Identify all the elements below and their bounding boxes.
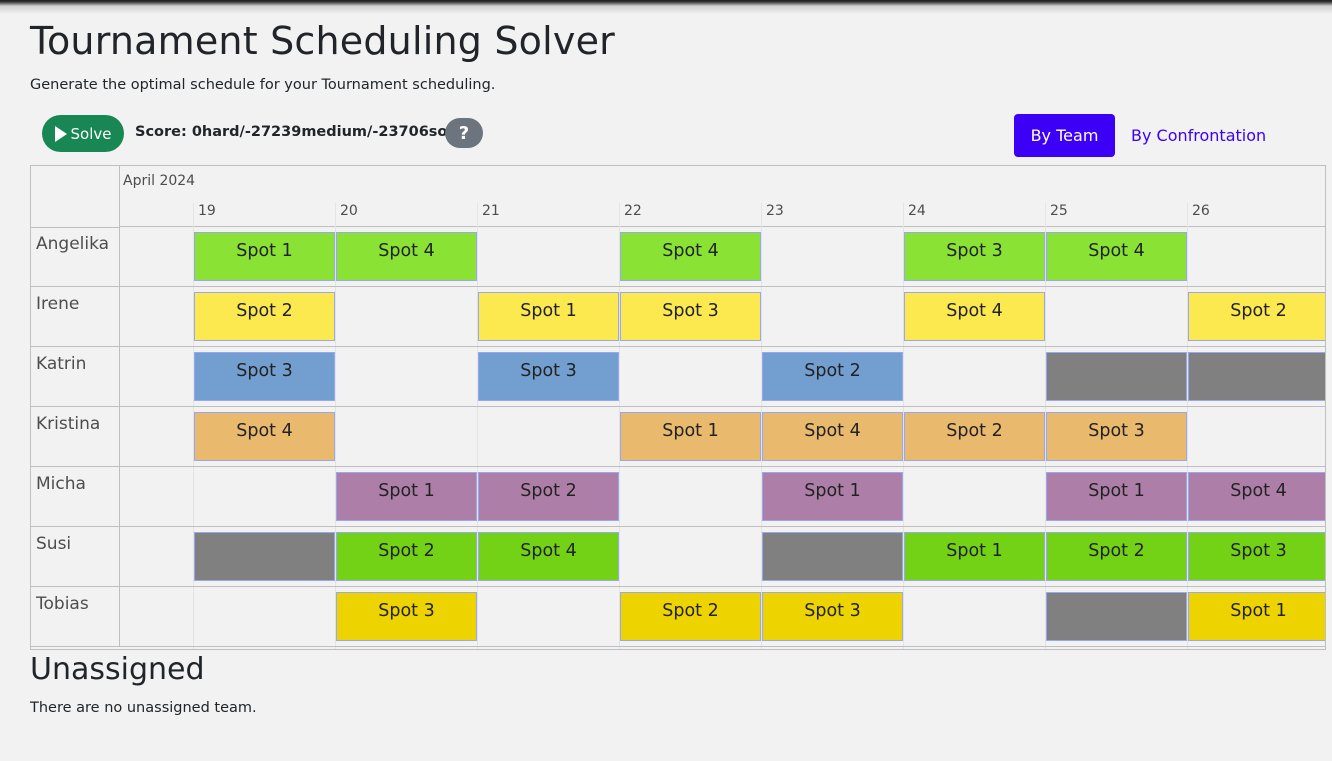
spot-assignment[interactable]: Spot 3	[194, 352, 335, 401]
play-icon	[54, 125, 67, 142]
spot-assignment[interactable]: Spot 3	[1046, 412, 1187, 461]
team-label: Susi	[31, 527, 120, 586]
day-header: 21	[477, 203, 500, 227]
team-name: Angelika	[36, 234, 110, 254]
spot-assignment[interactable]: Spot 2	[620, 592, 761, 641]
spot-assignment[interactable]: Spot 4	[336, 232, 477, 281]
unavailable-block[interactable]	[1046, 592, 1187, 641]
spot-assignment[interactable]: Spot 4	[762, 412, 903, 461]
team-row: Angelika Spot 1 Spot 4 Spot 4 Spot 3 Spot 4	[31, 227, 1325, 287]
day-header: 20	[335, 203, 358, 227]
team-row: Kristina Spot 4 Spot 1 Spot 4 Spot 2 Spot 3	[31, 407, 1325, 467]
spot-assignment[interactable]: Spot 2	[904, 412, 1045, 461]
team-row: Susi Spot 2 Spot 4 Spot 1 Spot 2 Spot 3	[31, 527, 1325, 587]
question-icon: ?	[458, 122, 470, 144]
spot-assignment[interactable]: Spot 1	[620, 412, 761, 461]
team-label: Micha	[31, 467, 120, 526]
page-title: Tournament Scheduling Solver	[30, 19, 615, 63]
team-name: Susi	[36, 534, 72, 554]
unavailable-block[interactable]	[1188, 352, 1325, 401]
spot-assignment[interactable]: Spot 4	[904, 292, 1045, 341]
score-text: Score: 0hard/-27239medium/-23706soft	[135, 124, 461, 140]
day-header: 22	[619, 203, 642, 227]
team-name: Micha	[36, 474, 86, 494]
spot-assignment[interactable]: Spot 2	[762, 352, 903, 401]
spot-assignment[interactable]: Spot 4	[620, 232, 761, 281]
unassigned-heading: Unassigned	[30, 652, 205, 687]
spot-assignment[interactable]: Spot 2	[1046, 532, 1187, 581]
team-name: Irene	[36, 294, 80, 314]
schedule-timeline: April 2024 19 20 21 22 23 24 25 26 Angelika Spot …	[30, 165, 1326, 650]
spot-assignment[interactable]: Spot 1	[762, 472, 903, 521]
day-header: 23	[761, 203, 784, 227]
spot-assignment[interactable]: Spot 2	[1188, 292, 1325, 341]
team-name: Katrin	[36, 354, 87, 374]
solve-button[interactable]: Solve	[42, 115, 124, 152]
help-button[interactable]: ?	[445, 118, 483, 148]
team-label: Tobias	[31, 587, 120, 646]
page-subtitle: Generate the optimal schedule for your T…	[30, 77, 496, 93]
team-name: Tobias	[36, 594, 89, 614]
spot-assignment[interactable]: Spot 3	[478, 352, 619, 401]
spot-assignment[interactable]: Spot 4	[194, 412, 335, 461]
unavailable-block[interactable]	[194, 532, 335, 581]
team-label: Angelika	[31, 227, 120, 286]
team-label: Irene	[31, 287, 120, 346]
team-name: Kristina	[36, 414, 101, 434]
spot-assignment[interactable]: Spot 3	[1188, 532, 1325, 581]
spot-assignment[interactable]: Spot 1	[194, 232, 335, 281]
spot-assignment[interactable]: Spot 4	[1046, 232, 1187, 281]
spot-assignment[interactable]: Spot 4	[478, 532, 619, 581]
spot-assignment[interactable]: Spot 2	[478, 472, 619, 521]
spot-assignment[interactable]: Spot 1	[1188, 592, 1325, 641]
spot-assignment[interactable]: Spot 2	[194, 292, 335, 341]
solve-label: Solve	[70, 124, 112, 143]
day-header: 26	[1187, 203, 1210, 227]
browser-top-edge	[0, 0, 1332, 14]
team-row: Micha Spot 1 Spot 2 Spot 1 Spot 1 Spot 4	[31, 467, 1325, 527]
spot-assignment[interactable]: Spot 1	[904, 532, 1045, 581]
spot-assignment[interactable]: Spot 3	[336, 592, 477, 641]
spot-assignment[interactable]: Spot 3	[904, 232, 1045, 281]
unavailable-block[interactable]	[762, 532, 903, 581]
spot-assignment[interactable]: Spot 2	[336, 532, 477, 581]
day-header: 19	[193, 203, 216, 227]
day-header: 24	[903, 203, 926, 227]
team-label: Katrin	[31, 347, 120, 406]
tab-by-confrontation[interactable]: By Confrontation	[1131, 126, 1266, 145]
unassigned-message: There are no unassigned team.	[30, 700, 257, 716]
spot-assignment[interactable]: Spot 1	[336, 472, 477, 521]
day-header: 25	[1045, 203, 1068, 227]
spot-assignment[interactable]: Spot 1	[478, 292, 619, 341]
unavailable-block[interactable]	[1046, 352, 1187, 401]
month-label: April 2024	[123, 173, 196, 189]
spot-assignment[interactable]: Spot 3	[762, 592, 903, 641]
spot-assignment[interactable]: Spot 4	[1188, 472, 1325, 521]
team-label: Kristina	[31, 407, 120, 466]
team-row: Irene Spot 2 Spot 1 Spot 3 Spot 4 Spot 2	[31, 287, 1325, 347]
spot-assignment[interactable]: Spot 1	[1046, 472, 1187, 521]
team-row: Katrin Spot 3 Spot 3 Spot 2	[31, 347, 1325, 407]
timeline-corner	[31, 166, 120, 228]
tab-by-team[interactable]: By Team	[1014, 114, 1115, 157]
spot-assignment[interactable]: Spot 3	[620, 292, 761, 341]
team-row: Tobias Spot 3 Spot 2 Spot 3 Spot 1	[31, 587, 1325, 647]
